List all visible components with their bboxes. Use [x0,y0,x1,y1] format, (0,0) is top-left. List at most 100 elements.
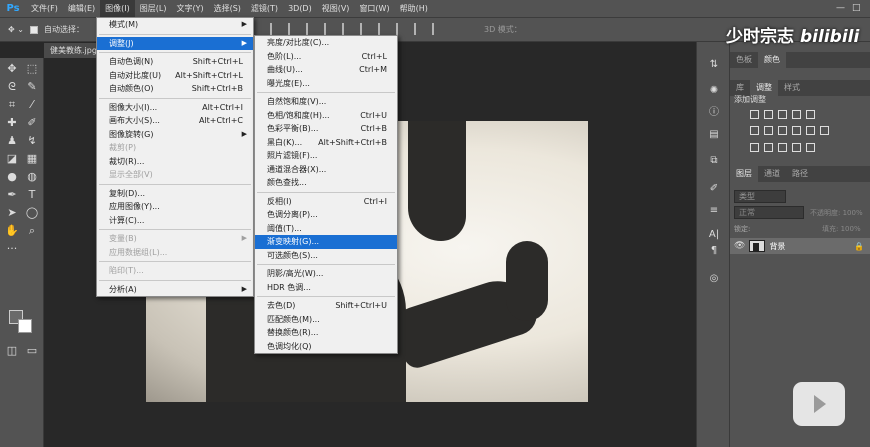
adjustment-icon[interactable] [806,126,815,135]
maximize-icon[interactable]: □ [852,3,861,13]
shape-icon[interactable]: ◯ [24,206,40,220]
menu-item[interactable]: 图像(I) [100,0,135,18]
more-tools-icon[interactable]: ··· [4,242,20,256]
menu-item[interactable]: 滤镜(T) [246,0,283,18]
menu-item[interactable]: 视图(V) [317,0,355,18]
menu-option[interactable]: 图像大小(I)... Alt+Ctrl+I [97,101,253,115]
menu-option[interactable]: 自动颜色(O) Shift+Ctrl+B [97,82,253,96]
menu-option[interactable]: 计算(C)... [97,214,253,228]
adjustment-icon[interactable] [778,126,787,135]
info-icon[interactable]: ⓘ [706,106,722,120]
tab-channels[interactable]: 通道 [758,166,786,182]
menu-item[interactable]: 窗口(W) [354,0,394,18]
menu-item[interactable]: 选择(S) [209,0,246,18]
adjustment-icon[interactable] [778,110,787,119]
layer-row[interactable]: 👁 背景 🔒 [730,238,870,254]
menu-item[interactable]: 编辑(E) [63,0,100,18]
menu-option[interactable]: 画布大小(S)... Alt+Ctrl+C [97,114,253,128]
character-icon[interactable]: A| [706,228,722,242]
menu-option[interactable]: 亮度/对比度(C)... [255,36,397,50]
align-icon[interactable] [378,23,388,35]
menu-option[interactable]: 曲线(U)... Ctrl+M [255,63,397,77]
adjustment-icon[interactable] [750,110,759,119]
menu-option[interactable]: 反相(I) Ctrl+I [255,195,397,209]
blend-mode-select[interactable]: 正常 [734,206,804,219]
quick-select-icon[interactable]: ✎ [24,80,40,94]
menu-option[interactable]: 色阶(L)... Ctrl+L [255,50,397,64]
align-icon[interactable] [414,23,424,35]
3d-icon[interactable]: ◎ [706,272,722,286]
menu-option[interactable]: 自动色调(N) Shift+Ctrl+L [97,55,253,69]
menu-option[interactable]: 图像旋转(G) ▶ [97,128,253,142]
menu-option[interactable]: 替换颜色(R)... [255,326,397,340]
eyedropper-icon[interactable]: ⁄ [24,98,40,112]
history-icon[interactable]: ⇅ [706,58,722,72]
properties-icon[interactable]: ▤ [706,128,722,142]
path-select-icon[interactable]: ➤ [4,206,20,220]
align-icon[interactable] [288,23,298,35]
menu-option[interactable]: 自动对比度(U) Alt+Shift+Ctrl+L [97,69,253,83]
menu-option[interactable]: 模式(M) ▶ [97,18,253,32]
marquee-icon[interactable]: ⬚ [24,62,40,76]
tab-layers[interactable]: 图层 [730,166,758,182]
fill-label[interactable]: 填充: 100% [822,224,861,234]
background-color-swatch[interactable] [18,319,32,333]
tab-swatches[interactable]: 色板 [730,52,758,68]
menu-option[interactable]: 应用图像(Y)... [97,200,253,214]
tab-paths[interactable]: 路径 [786,166,814,182]
menu-option[interactable]: 曝光度(E)... [255,77,397,91]
menu-item[interactable]: 帮助(H) [395,0,433,18]
tab-color[interactable]: 颜色 [758,52,786,68]
hand-icon[interactable]: ✋ [4,224,20,238]
align-icon[interactable] [342,23,352,35]
tab-styles[interactable]: 样式 [778,80,806,96]
align-icon[interactable] [396,23,406,35]
align-icon[interactable] [270,23,280,35]
align-icon[interactable] [360,23,370,35]
move-icon[interactable]: ✥ [4,62,20,76]
menu-option[interactable]: 渐变映射(G)... [255,235,397,249]
opacity-label[interactable]: 不透明度: 100% [810,208,863,218]
adjustment-icon[interactable] [764,110,773,119]
document-tab[interactable]: 健美教练.jpg [44,43,102,58]
stamp-icon[interactable]: ♟ [4,134,20,148]
menu-option[interactable]: 复制(D)... [97,187,253,201]
menu-option[interactable]: 通道混合器(X)... [255,163,397,177]
settings-icon[interactable]: ≡ [706,204,722,218]
quick-mask-icon[interactable]: ◫ [4,344,20,358]
layer-filter-select[interactable]: 类型 [734,190,786,203]
minimize-icon[interactable]: — [836,3,845,13]
menu-option[interactable]: 色相/饱和度(H)... Ctrl+U [255,109,397,123]
menu-option[interactable]: 调整(J) ▶ [97,36,253,50]
crop-icon[interactable]: ⌗ [4,98,20,112]
adjustment-icon[interactable] [820,126,829,135]
brush-icon[interactable]: ✐ [24,116,40,130]
paths-icon[interactable]: ⧉ [706,154,722,168]
menu-option[interactable]: 分析(A) ▶ [97,283,253,297]
adjustment-icon[interactable] [750,143,759,152]
adjustment-icon[interactable] [792,110,801,119]
brightness-icon[interactable]: ✺ [706,84,722,98]
menu-option[interactable]: 阴影/高光(W)... [255,267,397,281]
history-brush-icon[interactable]: ↯ [24,134,40,148]
menu-option[interactable]: 照片滤镜(F)... [255,149,397,163]
menu-option[interactable]: HDR 色调... [255,281,397,295]
brush-panel-icon[interactable]: ✐ [706,182,722,196]
auto-select-checkbox[interactable] [29,25,38,34]
adjustment-icon[interactable] [764,143,773,152]
paragraph-icon[interactable]: ¶ [706,244,722,258]
menu-item[interactable]: 文件(F) [26,0,63,18]
adjustment-icon[interactable] [764,126,773,135]
align-icon[interactable] [324,23,334,35]
blur-icon[interactable]: ● [4,170,20,184]
menu-option[interactable]: 色彩平衡(B)... Ctrl+B [255,122,397,136]
menu-item[interactable]: 3D(D) [283,0,317,18]
menu-option[interactable]: 黑白(K)... Alt+Shift+Ctrl+B [255,136,397,150]
move-tool-icon[interactable]: ✥ ⌄ [8,25,24,34]
align-icon[interactable] [306,23,316,35]
menu-option[interactable]: 去色(D) Shift+Ctrl+U [255,299,397,313]
dodge-icon[interactable]: ◍ [24,170,40,184]
adjustment-icon[interactable] [792,126,801,135]
adjustment-icon[interactable] [792,143,801,152]
menu-option[interactable]: 色调分离(P)... [255,208,397,222]
